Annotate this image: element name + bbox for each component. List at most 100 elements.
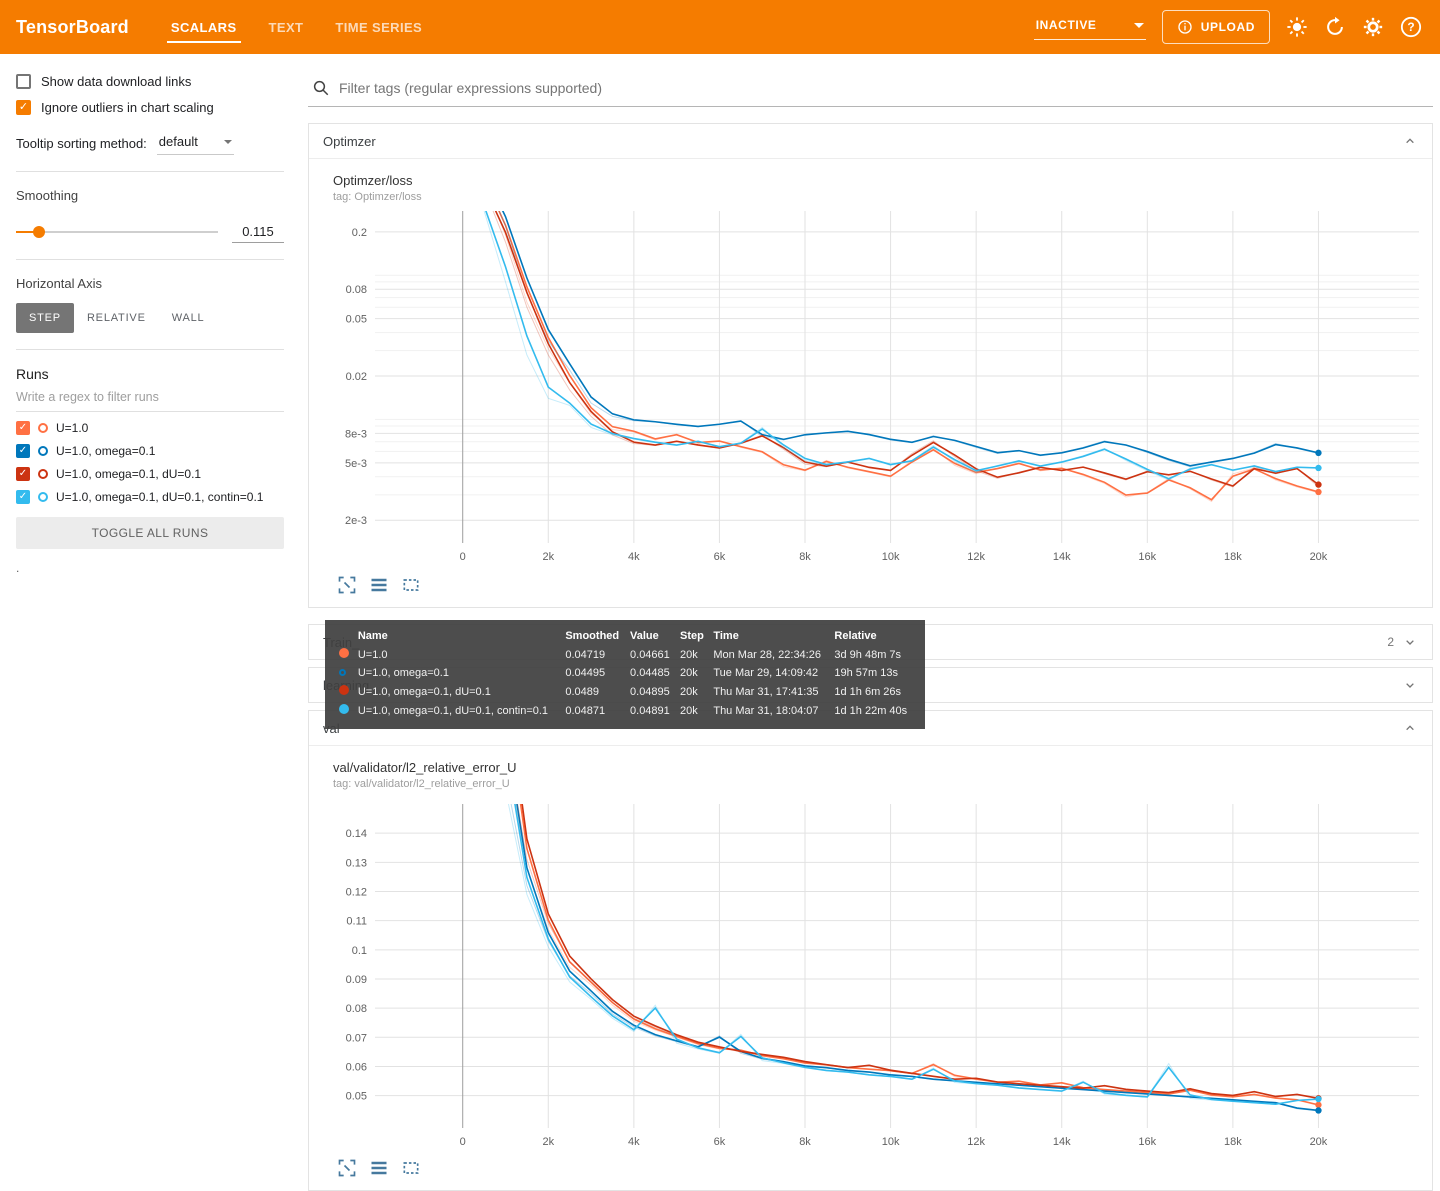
smoothing-slider-row — [16, 221, 284, 243]
chart-tag: tag: val/validator/l2_relative_error_U — [333, 778, 510, 790]
tooltip-cell: Tue Mar 29, 14:09:42 — [713, 667, 819, 679]
toggle-all-runs-button[interactable]: TOGGLE ALL RUNS — [16, 517, 284, 549]
smoothing-slider-thumb[interactable] — [33, 226, 46, 238]
optimzer-loss-chart[interactable]: 0.2 0.08 0.05 0.02 8e-3 5e-3 2e-3 0 2k 4k 6k 8k 10k 1… — [333, 205, 1437, 573]
tab-time-series[interactable]: TIME SERIES — [319, 0, 438, 54]
horizontal-axis-buttons: STEP RELATIVE WALL — [16, 303, 284, 333]
tooltip-cell: U=1.0, omega=0.1, dU=0.1 — [357, 685, 491, 698]
tooltip-header: Smoothed — [565, 630, 620, 642]
run-row[interactable]: ✓ U=1.0, omega=0.1, dU=0.1 — [16, 467, 284, 481]
run-checkbox[interactable]: ✓ — [16, 490, 30, 504]
tooltip-row: U=1.0, omega=0.1, dU=0.1 0.0489 0.04895 20k… — [335, 682, 915, 701]
runs-section-label: Runs — [16, 366, 49, 382]
run-color-circle — [38, 423, 48, 433]
tooltip-sorting-value: default — [158, 134, 198, 149]
brightness-icon[interactable] — [1286, 16, 1308, 38]
sidebar-footer-dot: . — [16, 561, 20, 575]
tooltip-cell: Thu Mar 31, 17:41:35 — [713, 685, 819, 698]
expand-chart-icon[interactable] — [337, 1158, 357, 1178]
tooltip-cell: 20k — [680, 667, 698, 679]
sidebar: ✓ Show data download links ✓ Ignore outl… — [0, 54, 300, 1142]
fit-domain-icon[interactable] — [401, 1158, 421, 1178]
run-color-dot — [339, 704, 349, 714]
svg-text:0.14: 0.14 — [346, 828, 367, 840]
runs-list: ✓ U=1.0 ✓ U=1.0, omega=0.1 ✓ U=1.0, omega=0.1… — [16, 421, 284, 504]
axis-step-button[interactable]: STEP — [16, 303, 74, 333]
smoothing-value-input[interactable] — [232, 221, 284, 243]
svg-text:8k: 8k — [799, 551, 811, 563]
chevron-up-icon[interactable] — [1402, 720, 1418, 736]
chart-actions — [333, 1156, 1432, 1188]
svg-text:10k: 10k — [882, 551, 900, 563]
svg-text:8k: 8k — [799, 1136, 811, 1148]
chevron-down-icon[interactable] — [1402, 634, 1418, 650]
card-optimzer-label: Optimzer — [323, 133, 376, 149]
settings-gear-icon[interactable] — [1362, 16, 1384, 38]
data-table-icon[interactable] — [369, 575, 389, 595]
tooltip-cell: U=1.0, omega=0.1 — [357, 667, 449, 679]
chevron-down-icon[interactable] — [1402, 677, 1418, 693]
show-download-links-row[interactable]: ✓ Show data download links — [16, 74, 284, 89]
run-color-dot — [339, 648, 349, 658]
tooltip-sorting-select[interactable]: default — [156, 131, 234, 155]
val-error-chart[interactable]: 0.14 0.13 0.12 0.11 0.1 0.09 0.08 0.07 0.06 0.05 0… — [333, 792, 1437, 1156]
chevron-up-icon[interactable] — [1402, 133, 1418, 149]
info-icon — [1178, 20, 1192, 34]
runs-filter-input[interactable] — [16, 382, 284, 412]
card-val: val val/validator/l2_relative_error_U ta… — [308, 710, 1433, 1191]
ignore-outliers-row[interactable]: ✓ Ignore outliers in chart scaling — [16, 100, 284, 115]
divider — [16, 349, 284, 350]
fit-domain-icon[interactable] — [401, 575, 421, 595]
tooltip-table: Name Smoothed Value Step Time Relative U=1.0 0… — [335, 627, 915, 720]
search-icon — [313, 80, 329, 96]
tooltip-row: U=1.0, omega=0.1, dU=0.1, contin=0.1 0.04… — [335, 701, 915, 720]
svg-text:0.12: 0.12 — [346, 886, 367, 898]
nav-tabs: SCALARS TEXT TIME SERIES — [155, 0, 438, 54]
app-header: TensorBoard SCALARS TEXT TIME SERIES INA… — [0, 0, 1440, 54]
run-checkbox[interactable]: ✓ — [16, 467, 30, 481]
svg-text:12k: 12k — [967, 551, 985, 563]
smoothing-slider[interactable] — [16, 226, 218, 238]
tooltip-row: U=1.0, omega=0.1 0.04495 0.04485 20k Tue Mar… — [335, 664, 915, 682]
val-error-chart-block: val/validator/l2_relative_error_U tag: v… — [309, 746, 1432, 1190]
tooltip-cell: Mon Mar 28, 22:34:26 — [713, 648, 821, 661]
svg-text:?: ? — [1407, 20, 1414, 34]
divider — [16, 259, 284, 260]
tab-text[interactable]: TEXT — [253, 0, 320, 54]
svg-text:20k: 20k — [1310, 1136, 1328, 1148]
expand-chart-icon[interactable] — [337, 575, 357, 595]
tag-filter-row — [308, 54, 1433, 107]
run-row[interactable]: ✓ U=1.0, omega=0.1, dU=0.1, contin=0.1 — [16, 490, 284, 504]
svg-text:0.08: 0.08 — [346, 1003, 367, 1015]
run-checkbox[interactable]: ✓ — [16, 444, 30, 458]
show-download-links-checkbox[interactable]: ✓ — [16, 74, 31, 89]
tooltip-cell: 20k — [680, 704, 698, 717]
svg-text:0.05: 0.05 — [346, 1091, 367, 1103]
tooltip-cell: U=1.0, omega=0.1, dU=0.1, contin=0.1 — [357, 704, 549, 717]
help-icon[interactable]: ? — [1400, 16, 1422, 38]
svg-text:0.11: 0.11 — [346, 916, 367, 928]
svg-text:18k: 18k — [1224, 1136, 1242, 1148]
status-dropdown[interactable]: INACTIVE — [1033, 14, 1146, 40]
tooltip-cell: 0.04895 — [630, 685, 670, 698]
tab-scalars[interactable]: SCALARS — [155, 0, 253, 54]
axis-wall-button[interactable]: WALL — [159, 303, 218, 333]
run-row[interactable]: ✓ U=1.0 — [16, 421, 284, 435]
tooltip-cell: 0.04495 — [565, 667, 606, 679]
axis-relative-button[interactable]: RELATIVE — [74, 303, 159, 333]
tag-filter-input[interactable] — [339, 80, 1431, 96]
upload-button[interactable]: UPLOAD — [1161, 10, 1270, 44]
run-checkbox[interactable]: ✓ — [16, 421, 30, 435]
tooltip-cell: Thu Mar 31, 18:04:07 — [713, 704, 819, 717]
data-table-icon[interactable] — [369, 1158, 389, 1178]
card-optimzer-header[interactable]: Optimzer — [309, 124, 1432, 159]
tooltip-cell: 0.04719 — [565, 648, 606, 661]
tooltip-cell: 1d 1h 6m 26s — [834, 685, 902, 698]
chevron-down-icon — [1133, 22, 1144, 28]
run-row[interactable]: ✓ U=1.0, omega=0.1 — [16, 444, 284, 458]
refresh-icon[interactable] — [1324, 16, 1346, 38]
run-label: U=1.0, omega=0.1 — [56, 444, 156, 458]
ignore-outliers-checkbox[interactable]: ✓ — [16, 100, 31, 115]
svg-text:16k: 16k — [1138, 1136, 1156, 1148]
run-color-circle — [38, 492, 48, 502]
